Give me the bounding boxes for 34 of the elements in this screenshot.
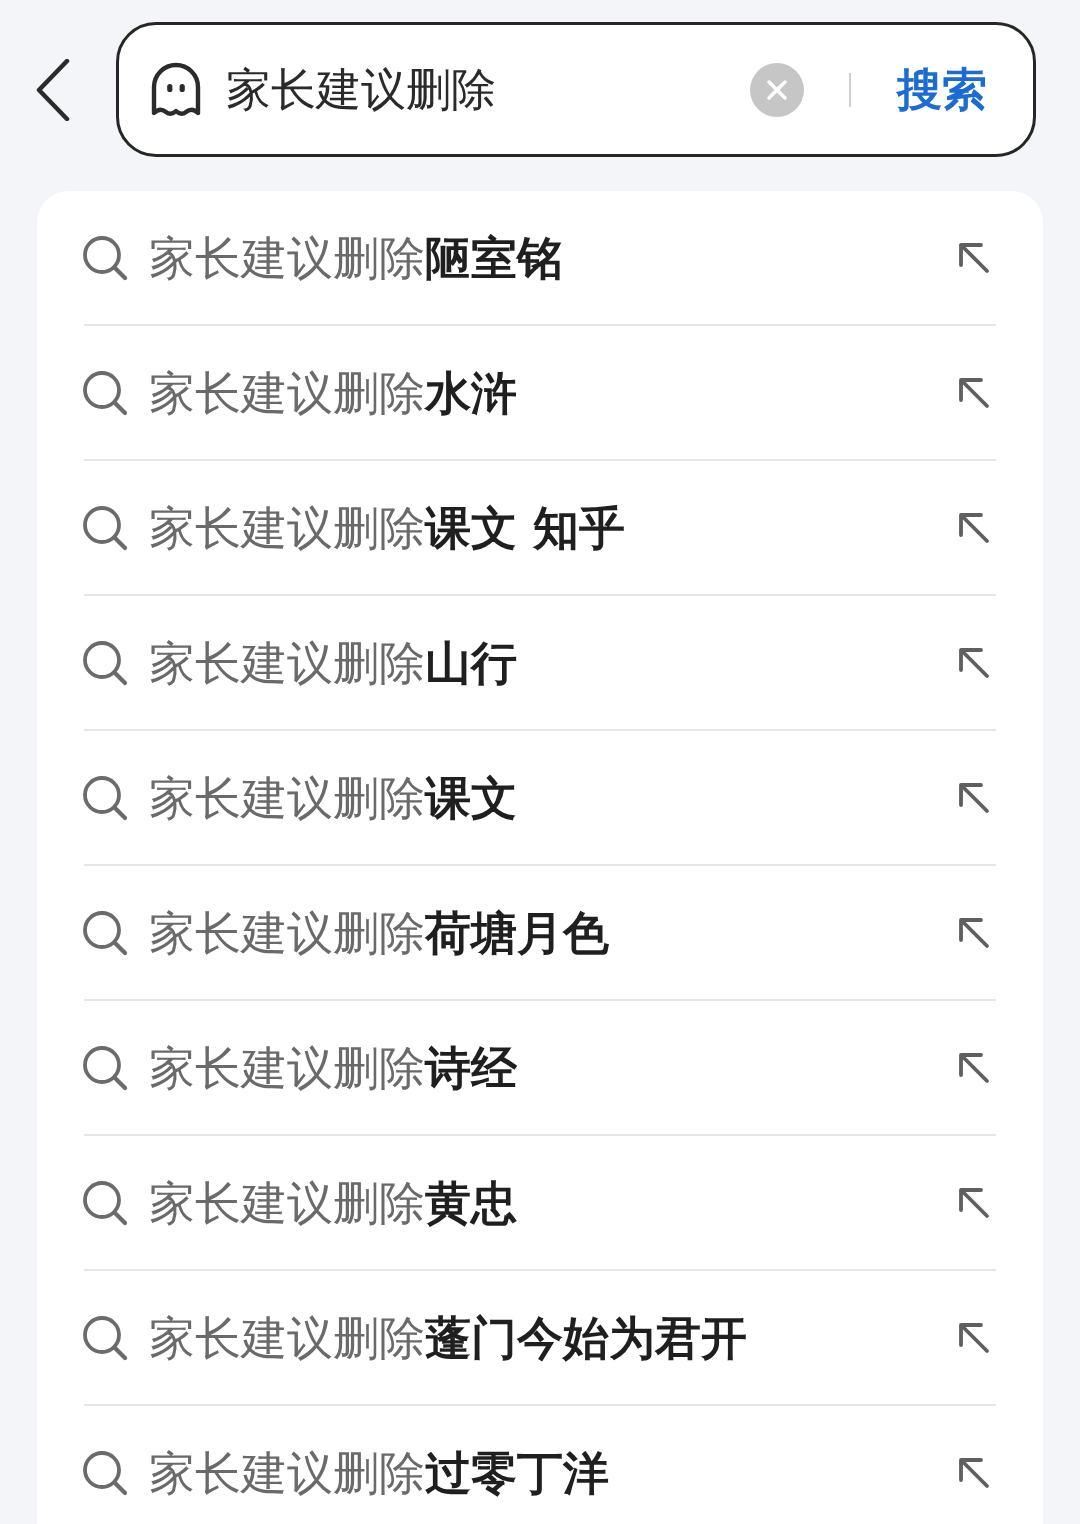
suggestion-text[interactable]: 家长建议删除课文 知乎 (149, 504, 625, 551)
search-icon (82, 1179, 128, 1226)
search-icon (82, 1449, 128, 1496)
arrow-up-left-icon[interactable] (958, 241, 990, 274)
arrow-up-left-icon[interactable] (958, 646, 990, 679)
arrow-up-left-icon[interactable] (958, 916, 990, 949)
suggestion-text[interactable]: 家长建议删除过零丁洋 (149, 1449, 609, 1496)
search-icon (82, 1044, 128, 1091)
arrow-up-left-icon[interactable] (958, 1051, 990, 1084)
search-bar[interactable]: 家长建议删除 搜索 (116, 22, 1036, 157)
suggestion-text[interactable]: 家长建议删除荷塘月色 (149, 909, 609, 956)
suggestion-text[interactable]: 家长建议删除水浒 (149, 369, 517, 416)
search-icon (82, 639, 128, 686)
suggestion-text[interactable]: 家长建议删除山行 (149, 639, 517, 686)
search-button[interactable]: 搜索 (897, 67, 987, 112)
suggestion-text[interactable]: 家长建议删除课文 (149, 774, 517, 821)
search-icon (82, 774, 128, 821)
search-icon (82, 369, 128, 416)
search-icon (82, 234, 128, 281)
arrow-up-left-icon[interactable] (958, 1186, 990, 1219)
suggestion-text[interactable]: 家长建议删除蓬门今始为君开 (149, 1314, 747, 1361)
arrow-up-left-icon[interactable] (958, 511, 990, 544)
arrow-up-left-icon[interactable] (958, 1456, 990, 1489)
search-icon (82, 1314, 128, 1361)
suggestion-text[interactable]: 家长建议删除黄忠 (149, 1179, 517, 1226)
arrow-up-left-icon[interactable] (958, 376, 990, 409)
arrow-up-left-icon[interactable] (958, 781, 990, 814)
search-icon (82, 909, 128, 956)
back-chevron-icon[interactable] (36, 58, 70, 121)
search-icon (82, 504, 128, 551)
search-field[interactable]: 家长建议删除 (226, 55, 750, 124)
suggestion-text[interactable]: 家长建议删除诗经 (149, 1044, 517, 1091)
arrow-up-left-icon[interactable] (958, 1321, 990, 1354)
suggestion-text[interactable]: 家长建议删除陋室铭 (149, 234, 563, 281)
